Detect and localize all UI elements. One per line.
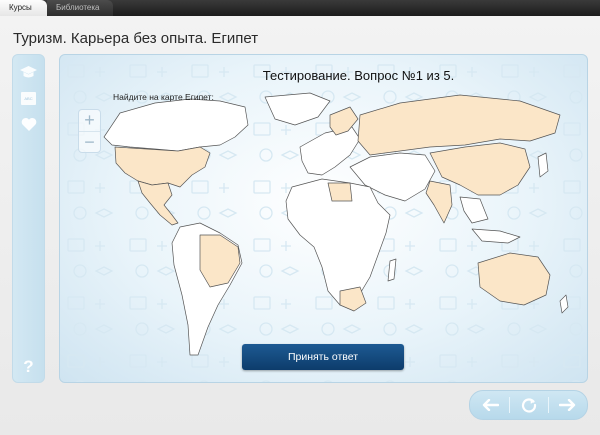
- heart-icon[interactable]: [19, 115, 38, 134]
- map-region-canada: [103, 98, 249, 152]
- zoom-control: + −: [78, 109, 101, 153]
- tab-library[interactable]: Библиотека: [47, 0, 113, 16]
- map-region-india: [425, 180, 453, 224]
- zoom-out-button[interactable]: −: [79, 131, 100, 153]
- arrow-right-icon[interactable]: [548, 391, 587, 419]
- map-region-new-zealand: [559, 294, 569, 314]
- question-heading: Тестирование. Вопрос №1 из 5.: [262, 68, 455, 83]
- map-region-mexico: [137, 180, 179, 226]
- bottom-navigation: [469, 390, 588, 420]
- question-prompt: Найдите на карте Египет:: [113, 92, 214, 102]
- map-region-madagascar: [387, 258, 397, 282]
- graduation-cap-icon[interactable]: [19, 63, 38, 82]
- tab-courses[interactable]: Курсы: [0, 0, 47, 16]
- map-region-southeast-asia: [459, 196, 489, 224]
- map-region-greenland: [264, 92, 331, 126]
- tab-bar: Библиотека Курсы: [0, 0, 600, 16]
- map-region-japan: [537, 152, 549, 178]
- submit-answer-button[interactable]: Принять ответ: [242, 344, 404, 370]
- map-region-usa: [114, 146, 211, 188]
- map-panel: Тестирование. Вопрос №1 из 5. Найдите на…: [59, 54, 588, 383]
- map-region-libya: [327, 182, 353, 202]
- map-region-russia: [357, 94, 561, 156]
- app-window: Туризм. Карьера без опыта. Египет ABC ?: [0, 16, 600, 435]
- world-map[interactable]: [60, 55, 587, 382]
- zoom-in-button[interactable]: +: [79, 110, 100, 131]
- abc-icon[interactable]: ABC: [19, 89, 38, 108]
- arrow-left-icon[interactable]: [470, 391, 509, 419]
- side-toolbar: ABC ?: [12, 54, 45, 383]
- reload-icon[interactable]: [509, 391, 548, 419]
- map-region-australia: [477, 252, 551, 306]
- map-region-indonesia: [471, 228, 521, 244]
- help-icon[interactable]: ?: [19, 357, 38, 376]
- page-title: Туризм. Карьера без опыта. Египет: [13, 30, 259, 47]
